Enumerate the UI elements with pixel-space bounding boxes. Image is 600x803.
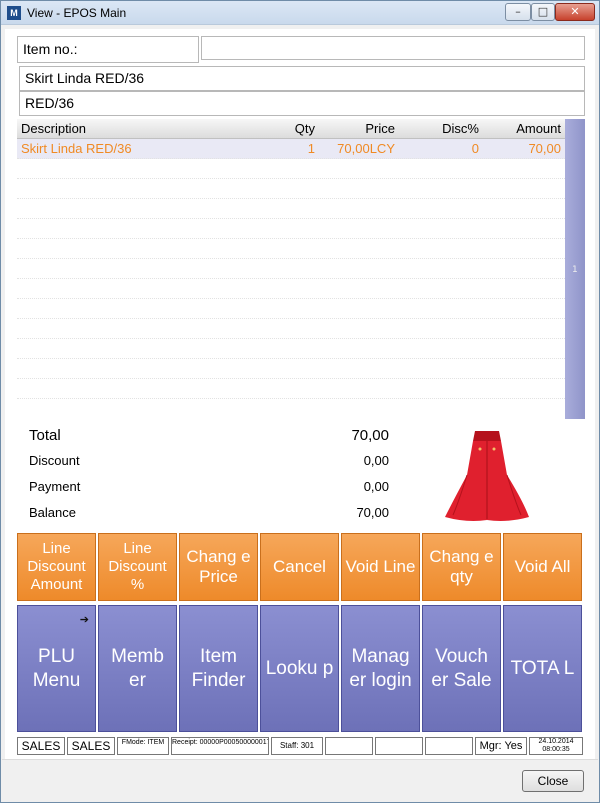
item-no-input[interactable] [201, 36, 585, 60]
status-staff: Staff: 301 [271, 737, 323, 755]
change-price-button[interactable]: Chang e Price [179, 533, 258, 601]
window-title: View - EPOS Main [27, 6, 127, 20]
plu-menu-button[interactable]: PLU Menu ➔ [17, 605, 96, 732]
discount-label: Discount [29, 453, 80, 468]
status-submode: SALES [67, 737, 115, 755]
lookup-button[interactable]: Looku p [260, 605, 339, 732]
line-action-buttons: Line Discount Amount Line Discount % Cha… [17, 533, 583, 601]
item-description: Skirt Linda RED/36 [19, 66, 585, 91]
epos-window: M View - EPOS Main – □ ✕ Item no.: Skirt… [0, 0, 600, 803]
void-line-button[interactable]: Void Line [341, 533, 420, 601]
empty-row [17, 239, 565, 259]
voucher-sale-button[interactable]: Vouch er Sale [422, 605, 501, 732]
status-blank [325, 737, 373, 755]
empty-row [17, 339, 565, 359]
grid-scrollbar[interactable]: 1 [565, 119, 585, 419]
row-qty: 1 [307, 141, 315, 156]
empty-row [17, 159, 565, 179]
col-header-price[interactable]: Price [315, 119, 395, 139]
total-button[interactable]: TOTA L [503, 605, 582, 732]
void-all-button[interactable]: Void All [503, 533, 582, 601]
cancel-button[interactable]: Cancel [260, 533, 339, 601]
empty-row [17, 179, 565, 199]
empty-row [17, 319, 565, 339]
title-bar: M View - EPOS Main – □ ✕ [1, 1, 599, 25]
status-date: 24.10.2014 [538, 738, 574, 745]
close-window-button[interactable]: ✕ [555, 3, 595, 21]
item-finder-button[interactable]: Item Finder [179, 605, 258, 732]
col-header-amount[interactable]: Amount [479, 119, 561, 139]
discount-value: 0,00 [363, 453, 389, 468]
discount-row: Discount 0,00 [29, 453, 389, 479]
total-value: 70,00 [351, 427, 389, 444]
payment-value: 0,00 [363, 479, 389, 494]
status-receipt: Receipt: 00000P0005000000174 [171, 737, 269, 755]
row-description: Skirt Linda RED/36 [21, 141, 132, 156]
empty-row [17, 259, 565, 279]
col-header-qty[interactable]: Qty [237, 119, 315, 139]
minimize-button[interactable]: – [505, 3, 531, 21]
member-button[interactable]: Memb er [98, 605, 177, 732]
payment-label: Payment [29, 479, 81, 494]
arrow-right-icon: ➔ [79, 614, 89, 626]
grid-header: Description Qty Price Disc% Amount [17, 119, 565, 139]
app-icon: M [7, 6, 21, 20]
empty-row [17, 299, 565, 319]
balance-row: Balance 70,00 [29, 505, 389, 531]
item-no-label: Item no.: [17, 36, 199, 63]
status-blank [375, 737, 423, 755]
empty-row [17, 379, 565, 399]
empty-row [17, 279, 565, 299]
totals-panel: Total 70,00 Discount 0,00 Payment 0,00 B… [29, 427, 389, 531]
status-datetime: 24.10.2014 08:00:35 [529, 737, 583, 755]
balance-value: 70,00 [356, 505, 389, 520]
table-row[interactable]: Skirt Linda RED/36 1 70,00LCY 0 70,00 [17, 139, 565, 159]
manager-login-button[interactable]: Manag er login [341, 605, 420, 732]
line-discount-percent-button[interactable]: Line Discount % [98, 533, 177, 601]
close-button[interactable]: Close [522, 770, 584, 792]
maximize-button[interactable]: □ [531, 3, 555, 21]
col-header-disc[interactable]: Disc% [395, 119, 479, 139]
total-row: Total 70,00 [29, 427, 389, 453]
payment-row: Payment 0,00 [29, 479, 389, 505]
col-header-description[interactable]: Description [21, 119, 231, 139]
item-variant: RED/36 [19, 91, 585, 116]
status-bar: SALES SALES FMode: ITEM Receipt: 00000P0… [17, 737, 583, 755]
sales-lines-grid: Description Qty Price Disc% Amount Skirt… [17, 119, 565, 419]
status-manager: Mgr: Yes [475, 737, 527, 755]
status-blank [425, 737, 473, 755]
empty-row [17, 199, 565, 219]
status-fmode: FMode: ITEM [117, 737, 169, 755]
row-disc: 0 [471, 141, 479, 156]
scroll-indicator: 1 [572, 265, 578, 275]
status-time: 08:00:35 [542, 746, 570, 753]
main-menu-buttons: PLU Menu ➔ Memb er Item Finder Looku p M… [17, 605, 583, 733]
empty-row [17, 359, 565, 379]
balance-label: Balance [29, 505, 76, 520]
row-amount: 70,00 [528, 141, 561, 156]
total-label: Total [29, 427, 61, 444]
dialog-footer: Close [2, 759, 598, 802]
plu-menu-label: PLU Menu [32, 645, 81, 691]
skirt-icon [445, 431, 529, 521]
empty-row [17, 219, 565, 239]
row-price: 70,00LCY [337, 141, 395, 156]
change-qty-button[interactable]: Chang e qty [422, 533, 501, 601]
line-discount-amount-button[interactable]: Line Discount Amount [17, 533, 96, 601]
epos-main-panel: Item no.: Skirt Linda RED/36 RED/36 Desc… [5, 29, 595, 759]
status-mode: SALES [17, 737, 65, 755]
